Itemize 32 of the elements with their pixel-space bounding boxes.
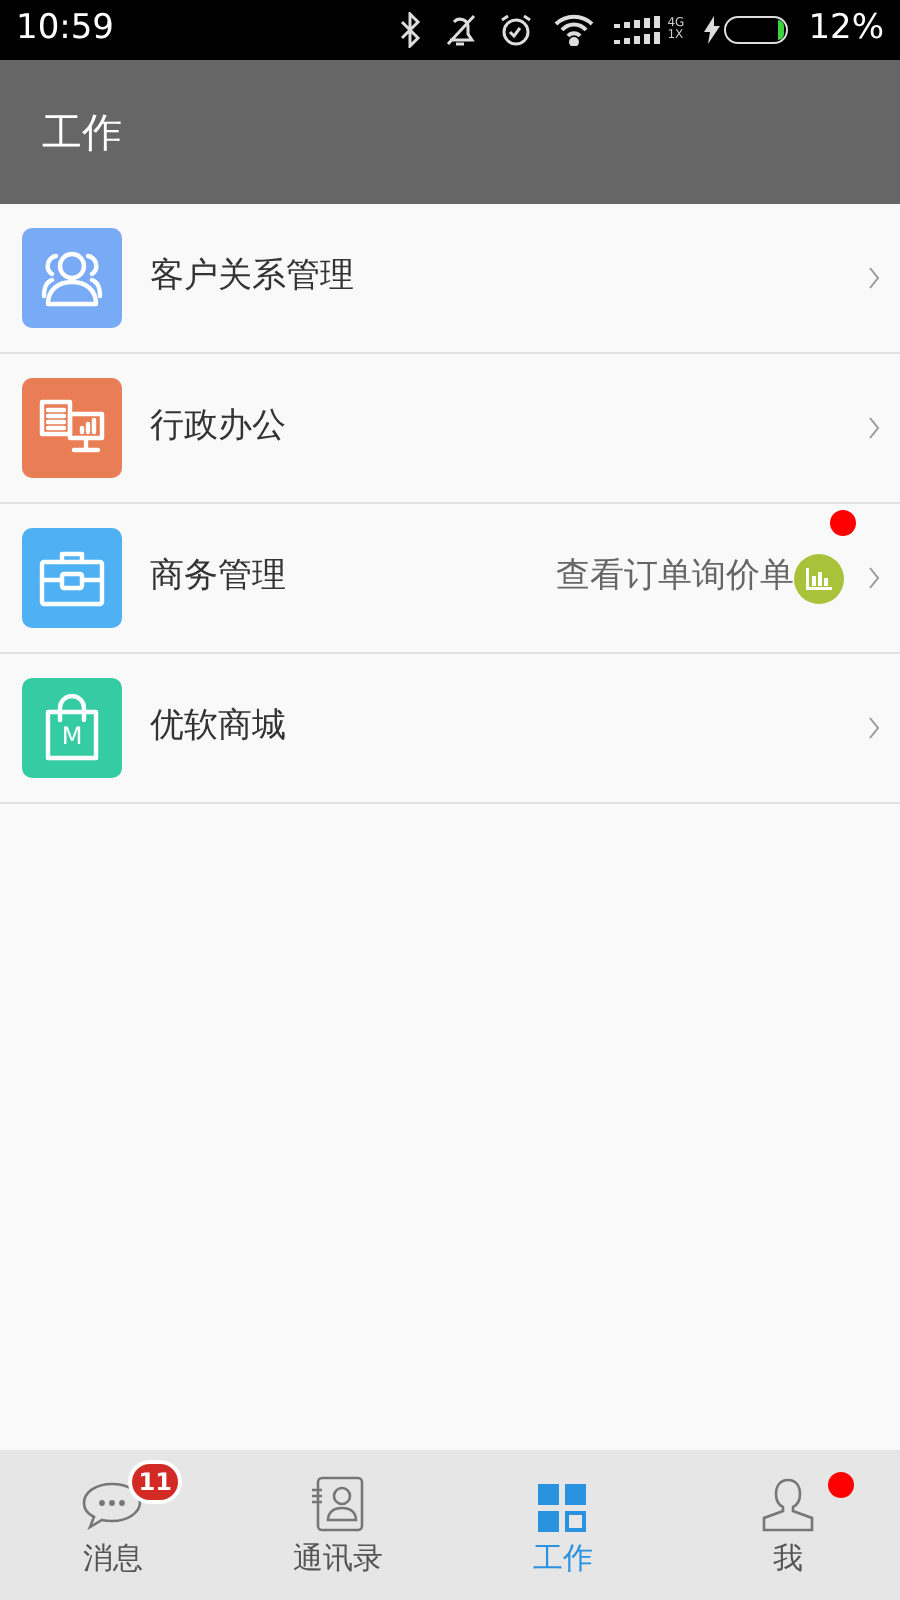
battery-percentage: 12% (808, 6, 884, 53)
signal-icon (613, 16, 662, 44)
item-note: 查看订单询价单 (556, 554, 794, 601)
computer-icon (38, 398, 106, 458)
chevron-right-icon (868, 566, 880, 590)
item-label: 客户关系管理 (150, 254, 354, 301)
battery-icon (724, 16, 789, 44)
clock: 10:59 (16, 6, 114, 53)
contact-book-icon (309, 1476, 366, 1532)
person-icon (759, 1476, 816, 1532)
bag-letter: M (59, 724, 85, 748)
alarm-icon (497, 12, 534, 48)
people-icon (38, 248, 106, 308)
tab[interactable]: 通讯录 (225, 1450, 450, 1600)
tab[interactable]: 我 (675, 1450, 900, 1600)
unread-badge: 11 (128, 1460, 182, 1504)
page-title: 工作 (42, 106, 122, 160)
wifi-icon (553, 14, 594, 46)
bluetooth-icon (397, 12, 422, 48)
menu-item[interactable]: 商务管理 查看订单询价单 (0, 504, 900, 654)
item-label: 行政办公 (150, 404, 286, 451)
chevron-right-icon (868, 716, 880, 740)
item-label: 优软商城 (150, 704, 286, 751)
chevron-right-icon (868, 416, 880, 440)
bell-off-icon (441, 12, 478, 48)
chat-bubble-icon (80, 1480, 145, 1532)
tab[interactable]: 11 消息 (0, 1450, 225, 1600)
grid-icon (538, 1484, 587, 1532)
briefcase-icon (38, 548, 106, 608)
bar-chart-icon (806, 567, 832, 589)
chevron-right-icon (868, 266, 880, 290)
item-label: 商务管理 (150, 554, 286, 601)
